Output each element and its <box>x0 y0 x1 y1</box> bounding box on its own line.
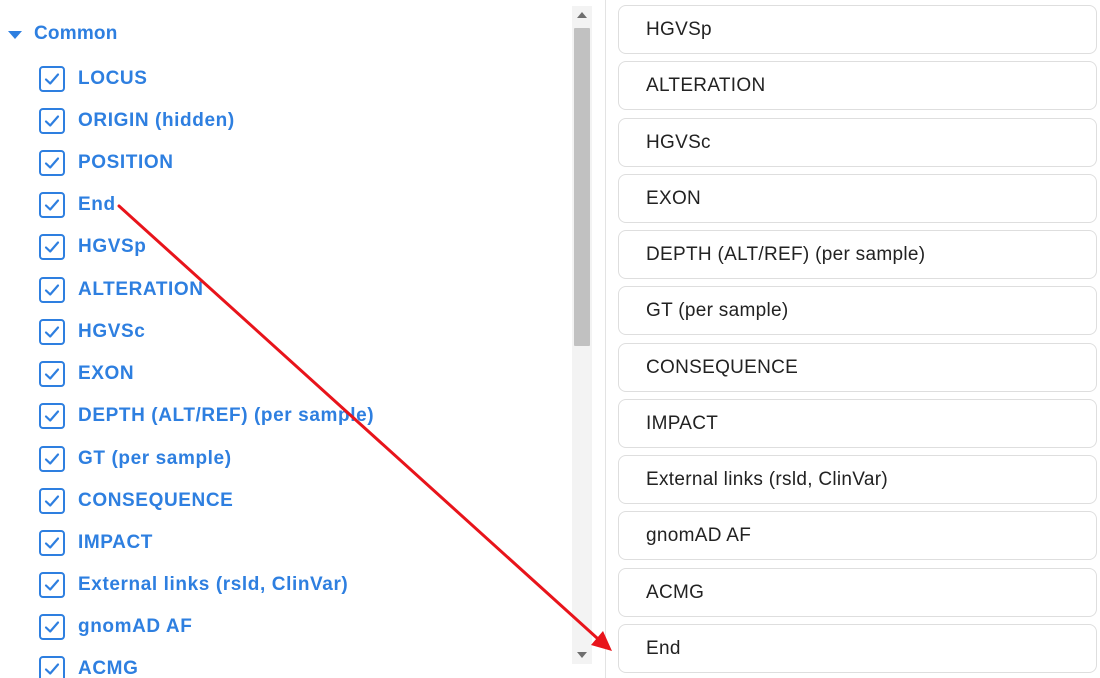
column-selector-panel: Common LOCUS ORIGIN (hidden) POSITION En… <box>0 0 594 678</box>
order-card-hgvsc[interactable]: HGVSc <box>618 118 1097 167</box>
column-item-alteration[interactable]: ALTERATION <box>39 277 204 303</box>
checkbox-checked-icon[interactable] <box>39 234 65 260</box>
vertical-scrollbar[interactable] <box>572 6 592 664</box>
checkbox-checked-icon[interactable] <box>39 108 65 134</box>
column-label: ACMG <box>78 658 139 678</box>
checkbox-checked-icon[interactable] <box>39 530 65 556</box>
checkbox-checked-icon[interactable] <box>39 361 65 387</box>
column-item-origin[interactable]: ORIGIN (hidden) <box>39 108 235 134</box>
column-item-external-links[interactable]: External links (rsld, ClinVar) <box>39 572 348 598</box>
order-card-alteration[interactable]: ALTERATION <box>618 61 1097 110</box>
checkbox-checked-icon[interactable] <box>39 192 65 218</box>
order-card-label: DEPTH (ALT/REF) (per sample) <box>646 243 926 265</box>
order-card-label: IMPACT <box>646 412 719 434</box>
order-card-gt[interactable]: GT (per sample) <box>618 286 1097 335</box>
order-card-label: HGVSc <box>646 131 711 153</box>
order-card-gnomad-af[interactable]: gnomAD AF <box>618 511 1097 560</box>
column-item-gt[interactable]: GT (per sample) <box>39 446 232 472</box>
checkbox-checked-icon[interactable] <box>39 614 65 640</box>
order-card-label: CONSEQUENCE <box>646 356 799 378</box>
order-card-label: ACMG <box>646 581 705 603</box>
caret-down-icon <box>8 31 22 39</box>
order-card-label: EXON <box>646 187 702 209</box>
column-label: gnomAD AF <box>78 616 193 637</box>
column-order-panel: HGVSp ALTERATION HGVSc EXON DEPTH (ALT/R… <box>606 0 1100 678</box>
column-item-exon[interactable]: EXON <box>39 361 134 387</box>
checkbox-checked-icon[interactable] <box>39 446 65 472</box>
column-item-end[interactable]: End <box>39 192 116 218</box>
order-card-label: GT (per sample) <box>646 299 789 321</box>
column-label: External links (rsld, ClinVar) <box>78 574 349 595</box>
column-item-hgvsc[interactable]: HGVSc <box>39 319 145 345</box>
column-item-locus[interactable]: LOCUS <box>39 66 148 92</box>
order-card-end[interactable]: End <box>618 624 1097 673</box>
group-common-toggle[interactable]: Common <box>8 22 118 46</box>
column-label: CONSEQUENCE <box>78 490 234 511</box>
group-label: Common <box>34 23 118 44</box>
order-card-exon[interactable]: EXON <box>618 174 1097 223</box>
order-card-acmg[interactable]: ACMG <box>618 568 1097 617</box>
column-item-impact[interactable]: IMPACT <box>39 530 153 556</box>
column-item-consequence[interactable]: CONSEQUENCE <box>39 488 233 514</box>
column-label: ALTERATION <box>78 279 204 300</box>
checkbox-checked-icon[interactable] <box>39 572 65 598</box>
column-item-position[interactable]: POSITION <box>39 150 174 176</box>
column-label: GT (per sample) <box>78 448 232 469</box>
order-card-label: End <box>646 637 681 659</box>
column-item-hgvsp[interactable]: HGVSp <box>39 234 146 260</box>
column-label: End <box>78 194 116 215</box>
column-label: POSITION <box>78 152 174 173</box>
checkbox-checked-icon[interactable] <box>39 319 65 345</box>
order-card-consequence[interactable]: CONSEQUENCE <box>618 343 1097 392</box>
order-card-depth[interactable]: DEPTH (ALT/REF) (per sample) <box>618 230 1097 279</box>
checkbox-checked-icon[interactable] <box>39 150 65 176</box>
column-label: HGVSp <box>78 236 147 257</box>
column-item-acmg[interactable]: ACMG <box>39 656 138 678</box>
order-card-impact[interactable]: IMPACT <box>618 399 1097 448</box>
checkbox-checked-icon[interactable] <box>39 656 65 678</box>
scroll-down-arrow-icon[interactable] <box>577 652 587 658</box>
order-card-hgvsp[interactable]: HGVSp <box>618 5 1097 54</box>
column-label: DEPTH (ALT/REF) (per sample) <box>78 405 375 426</box>
order-card-label: ALTERATION <box>646 74 766 96</box>
column-item-depth[interactable]: DEPTH (ALT/REF) (per sample) <box>39 403 374 429</box>
column-label: ORIGIN (hidden) <box>78 110 235 131</box>
column-label: HGVSc <box>78 321 146 342</box>
order-card-label: External links (rsld, ClinVar) <box>646 468 888 490</box>
column-label: LOCUS <box>78 68 148 89</box>
checkbox-checked-icon[interactable] <box>39 403 65 429</box>
checkbox-checked-icon[interactable] <box>39 277 65 303</box>
checkbox-checked-icon[interactable] <box>39 488 65 514</box>
column-label: IMPACT <box>78 532 154 553</box>
order-card-label: HGVSp <box>646 18 712 40</box>
scroll-up-arrow-icon[interactable] <box>577 12 587 18</box>
order-card-external-links[interactable]: External links (rsld, ClinVar) <box>618 455 1097 504</box>
checkbox-checked-icon[interactable] <box>39 66 65 92</box>
scrollbar-thumb[interactable] <box>574 28 590 346</box>
order-card-label: gnomAD AF <box>646 524 752 546</box>
column-label: EXON <box>78 363 135 384</box>
column-item-gnomad-af[interactable]: gnomAD AF <box>39 614 192 640</box>
